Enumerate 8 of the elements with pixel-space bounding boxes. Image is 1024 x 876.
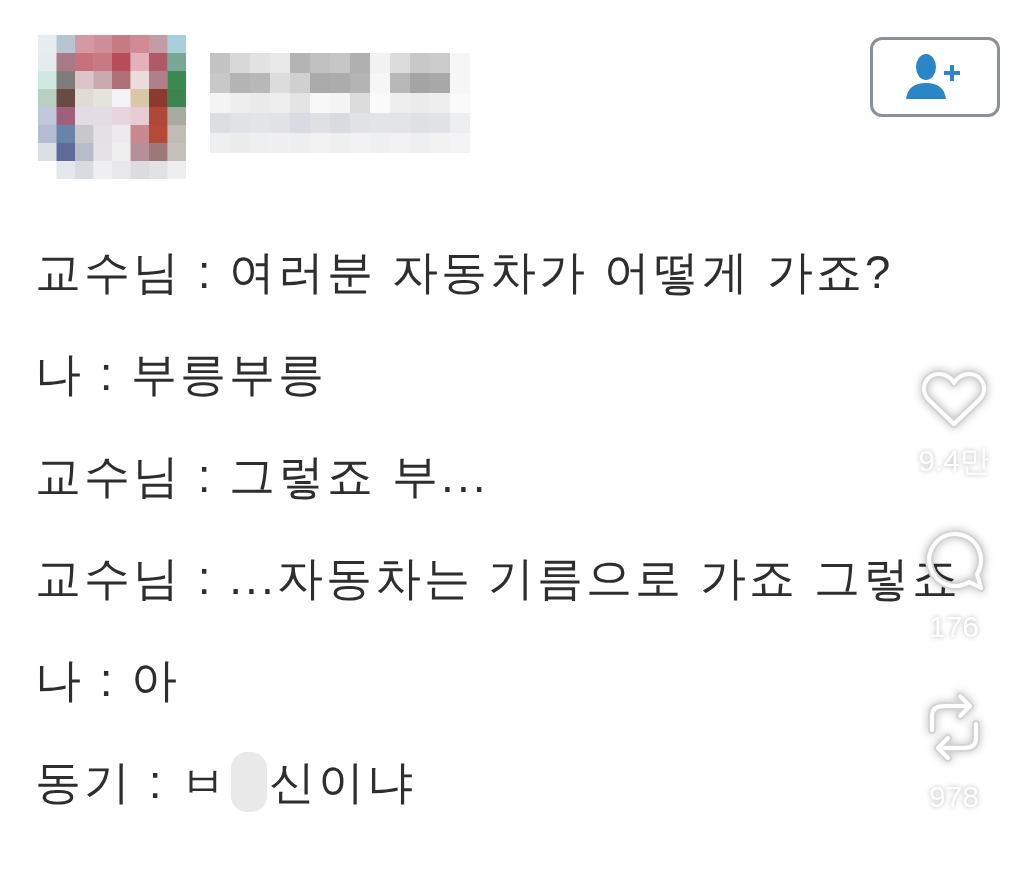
chat-line: 동기 : ㅂ	[35, 759, 230, 805]
chat-line: 교수님 : 그렇죠 부...	[35, 453, 489, 499]
chat-line: 나 : 아	[35, 657, 181, 703]
chat-line: 교수님 : 여러분 자동차가 어떻게 가죠?	[35, 249, 894, 295]
follow-button[interactable]	[870, 37, 1000, 117]
chat-line: 교수님 : ...자동차는 기름으로 가죠 그렇죠	[35, 555, 962, 601]
chat-line: 신이냐	[269, 759, 417, 805]
chat-line: 나 : 부릉부릉	[35, 351, 328, 397]
